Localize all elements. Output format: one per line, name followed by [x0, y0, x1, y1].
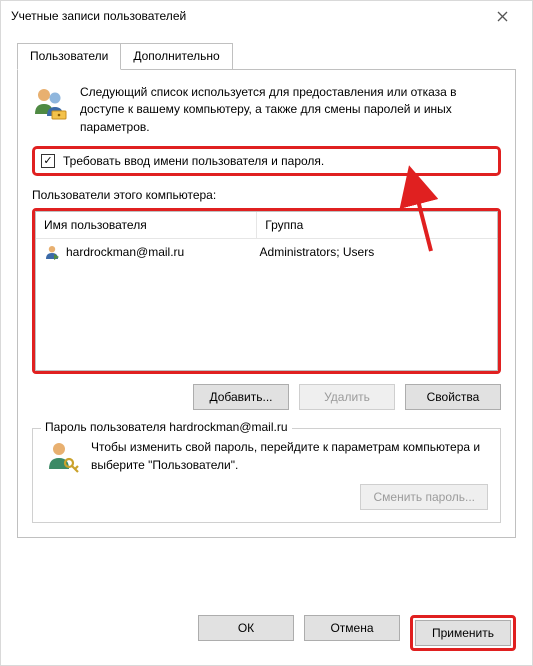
apply-button[interactable]: Применить — [415, 620, 511, 646]
users-list-label: Пользователи этого компьютера: — [32, 188, 501, 202]
require-login-checkbox-row[interactable]: ✓ Требовать ввод имени пользователя и па… — [32, 146, 501, 176]
user-accounts-dialog: Учетные записи пользователей Пользовател… — [0, 0, 533, 666]
users-list-header: Имя пользователя Группа — [36, 212, 497, 239]
close-button[interactable] — [480, 2, 524, 30]
ok-button[interactable]: ОК — [198, 615, 294, 641]
tab-content-users: Следующий список используется для предос… — [17, 70, 516, 538]
user-key-icon — [45, 439, 79, 476]
password-group-legend: Пароль пользователя hardrockman@mail.ru — [41, 420, 292, 434]
user-icon — [44, 244, 60, 260]
column-header-user[interactable]: Имя пользователя — [36, 212, 257, 238]
users-button-row: Добавить... Удалить Свойства — [32, 384, 501, 410]
require-login-label: Требовать ввод имени пользователя и паро… — [63, 154, 324, 168]
tabstrip: Пользователи Дополнительно — [17, 43, 516, 70]
tab-advanced[interactable]: Дополнительно — [120, 43, 232, 69]
add-button[interactable]: Добавить... — [193, 384, 289, 410]
require-login-checkbox[interactable]: ✓ — [41, 154, 55, 168]
properties-button[interactable]: Свойства — [405, 384, 501, 410]
password-group-text: Чтобы изменить свой пароль, перейдите к … — [91, 439, 488, 474]
close-icon — [497, 11, 508, 22]
dialog-footer: ОК Отмена Применить — [1, 605, 532, 665]
users-list: Имя пользователя Группа — [32, 208, 501, 374]
cell-username: hardrockman@mail.ru — [66, 245, 184, 259]
cancel-button[interactable]: Отмена — [304, 615, 400, 641]
intro: Следующий список используется для предос… — [32, 84, 501, 136]
tab-users[interactable]: Пользователи — [17, 43, 121, 70]
column-header-group[interactable]: Группа — [257, 212, 497, 238]
users-icon — [32, 84, 68, 136]
cell-group: Administrators; Users — [258, 243, 491, 261]
apply-highlight: Применить — [410, 615, 516, 651]
password-group: Пароль пользователя hardrockman@mail.ru … — [32, 428, 501, 523]
intro-text: Следующий список используется для предос… — [80, 84, 501, 136]
titlebar: Учетные записи пользователей — [1, 1, 532, 31]
change-password-button: Сменить пароль... — [360, 484, 488, 510]
table-row[interactable]: hardrockman@mail.ru Administrators; User… — [36, 239, 497, 265]
remove-button: Удалить — [299, 384, 395, 410]
titlebar-title: Учетные записи пользователей — [11, 9, 186, 23]
